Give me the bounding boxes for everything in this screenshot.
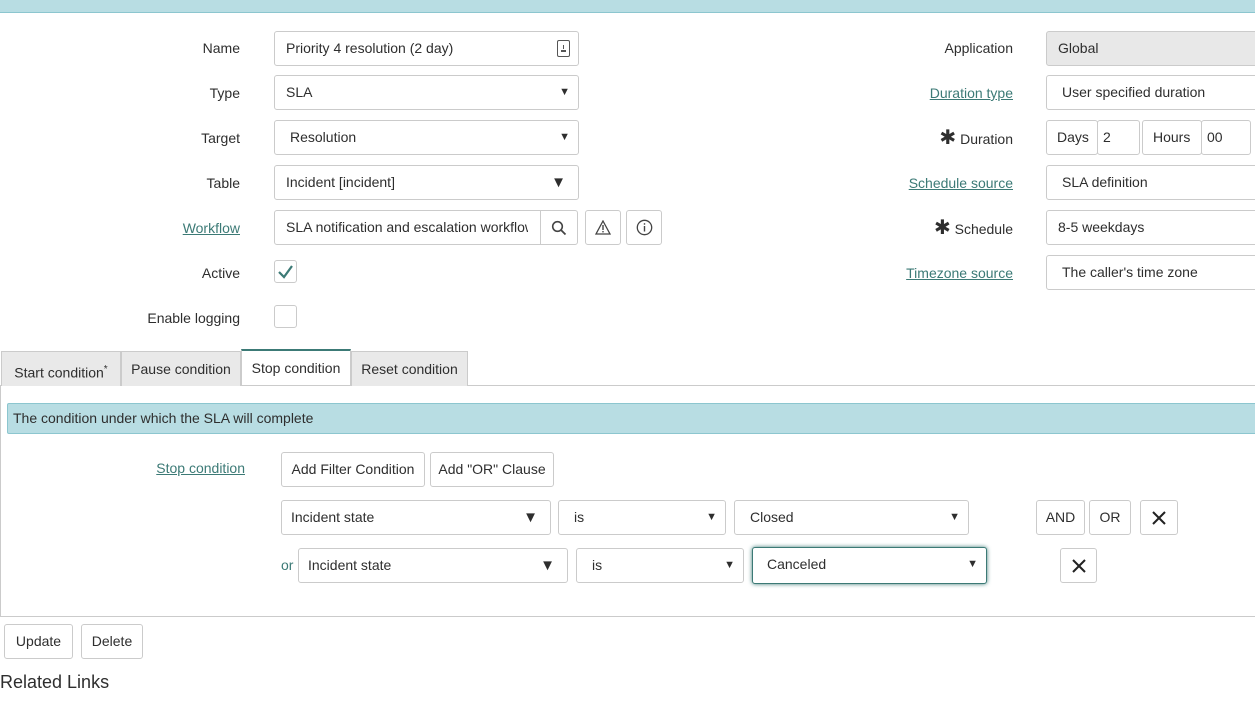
- schedule-label-group: ✱ Schedule: [860, 218, 1013, 239]
- condition-operator-value: is: [574, 509, 585, 525]
- hours-label-box: Hours: [1142, 120, 1202, 155]
- required-asterisk-icon: ✱: [933, 217, 951, 239]
- delete-condition-button[interactable]: [1140, 500, 1178, 535]
- tab-start-condition-label: Start condition: [14, 364, 104, 381]
- or-prefix: or: [281, 557, 294, 573]
- application-label: Application: [944, 40, 1014, 56]
- tab-reset-condition[interactable]: Reset condition: [351, 351, 468, 386]
- table-select[interactable]: Incident [incident] ▼: [274, 165, 579, 200]
- required-marker: *: [103, 364, 108, 375]
- caret-down-icon: ▼: [706, 511, 717, 523]
- duration-type-link[interactable]: Duration type: [860, 83, 1013, 103]
- tab-pause-condition[interactable]: Pause condition: [121, 351, 241, 386]
- schedule-source-select[interactable]: SLA definition: [1046, 165, 1255, 200]
- timezone-source-link[interactable]: Timezone source: [860, 263, 1013, 283]
- condition-value: Canceled: [767, 556, 827, 572]
- target-select[interactable]: Resolution ▼: [274, 120, 579, 155]
- schedule-source-value: SLA definition: [1062, 174, 1148, 190]
- days-label: Days: [1057, 129, 1089, 145]
- condition-operator-select[interactable]: is ▼: [576, 548, 744, 583]
- delete-button[interactable]: Delete: [81, 624, 143, 659]
- caret-down-icon: ▼: [559, 86, 570, 98]
- active-label: Active: [201, 265, 240, 281]
- tab-reset-condition-label: Reset condition: [361, 361, 458, 377]
- type-select[interactable]: SLA ▼: [274, 75, 579, 110]
- type-value: SLA: [286, 84, 313, 100]
- caret-down-icon: ▼: [559, 131, 570, 143]
- table-label: Table: [206, 175, 240, 191]
- name-input[interactable]: Priority 4 resolution (2 day): [274, 31, 579, 66]
- close-icon: [1152, 510, 1166, 525]
- tab-start-condition[interactable]: Start condition*: [1, 351, 121, 386]
- condition-field-select[interactable]: Incident state ▼: [281, 500, 551, 535]
- update-button[interactable]: Update: [4, 624, 73, 659]
- condition-field-value: Incident state: [291, 509, 375, 525]
- warning-icon[interactable]: [585, 210, 621, 245]
- application-value: Global: [1058, 40, 1099, 56]
- close-icon: [1071, 558, 1086, 573]
- schedule-source-link[interactable]: Schedule source: [860, 173, 1013, 193]
- duration-type-select[interactable]: User specified duration: [1046, 75, 1255, 110]
- duration-label: Duration: [960, 131, 1013, 147]
- condition-field-value: Incident state: [308, 557, 392, 573]
- required-asterisk-icon: ✱: [939, 127, 957, 149]
- timezone-source-value: The caller's time zone: [1062, 264, 1198, 280]
- hours-input[interactable]: 00: [1201, 120, 1251, 155]
- workflow-input[interactable]: SLA notification and escalation workflow: [274, 210, 578, 245]
- active-checkbox[interactable]: [274, 260, 297, 283]
- hours-label: Hours: [1153, 129, 1191, 145]
- duration-label-group: ✱ Duration: [860, 128, 1013, 149]
- header-bar: [0, 0, 1255, 13]
- days-input[interactable]: 2: [1097, 120, 1140, 155]
- schedule-input[interactable]: 8-5 weekdays: [1046, 210, 1255, 245]
- condition-value: Closed: [750, 509, 794, 525]
- table-value: Incident [incident]: [286, 174, 395, 190]
- add-filter-condition-button[interactable]: Add Filter Condition: [281, 452, 425, 487]
- schedule-value: 8-5 weekdays: [1058, 219, 1145, 235]
- caret-down-icon: ▼: [540, 557, 555, 574]
- condition-value-select[interactable]: Canceled ▼: [752, 547, 987, 584]
- check-icon: [278, 265, 293, 279]
- hours-value: 00: [1207, 129, 1223, 145]
- target-value: Resolution: [290, 129, 357, 145]
- related-links-heading: Related Links: [0, 672, 110, 692]
- suggestion-icon[interactable]: [557, 40, 570, 57]
- days-label-box: Days: [1046, 120, 1098, 155]
- workflow-link[interactable]: Workflow: [100, 218, 240, 238]
- target-label: Target: [201, 130, 240, 146]
- type-label: Type: [209, 85, 240, 101]
- caret-down-icon: ▼: [949, 511, 960, 523]
- info-icon[interactable]: [626, 210, 662, 245]
- workflow-value: SLA notification and escalation workflow: [286, 219, 528, 235]
- condition-operator-select[interactable]: is ▼: [558, 500, 726, 535]
- name-label: Name: [202, 40, 240, 56]
- caret-down-icon: ▼: [967, 558, 978, 570]
- and-button[interactable]: AND: [1036, 500, 1085, 535]
- condition-field-select[interactable]: Incident state ▼: [298, 548, 568, 583]
- caret-down-icon: ▼: [724, 559, 735, 571]
- add-or-clause-button[interactable]: Add "OR" Clause: [430, 452, 554, 487]
- name-value: Priority 4 resolution (2 day): [286, 40, 454, 56]
- section-banner: The condition under which the SLA will c…: [7, 403, 1255, 434]
- tab-stop-condition[interactable]: Stop condition: [241, 349, 351, 385]
- schedule-label: Schedule: [954, 221, 1013, 237]
- duration-type-value: User specified duration: [1062, 84, 1206, 100]
- enable-logging-checkbox[interactable]: [274, 305, 297, 328]
- tab-stop-condition-label: Stop condition: [251, 360, 341, 376]
- condition-operator-value: is: [592, 557, 603, 573]
- caret-down-icon: ▼: [551, 174, 566, 191]
- search-icon[interactable]: [540, 211, 577, 244]
- tab-pause-condition-label: Pause condition: [131, 361, 231, 377]
- condition-value-select[interactable]: Closed ▼: [734, 500, 969, 535]
- caret-down-icon: ▼: [523, 509, 538, 526]
- application-field: Global: [1046, 31, 1255, 66]
- enable-logging-label: Enable logging: [147, 310, 240, 326]
- timezone-source-select[interactable]: The caller's time zone: [1046, 255, 1255, 290]
- stop-condition-link[interactable]: Stop condition: [105, 458, 245, 478]
- or-button[interactable]: OR: [1089, 500, 1131, 535]
- delete-condition-button[interactable]: [1060, 548, 1097, 583]
- days-value: 2: [1103, 129, 1111, 145]
